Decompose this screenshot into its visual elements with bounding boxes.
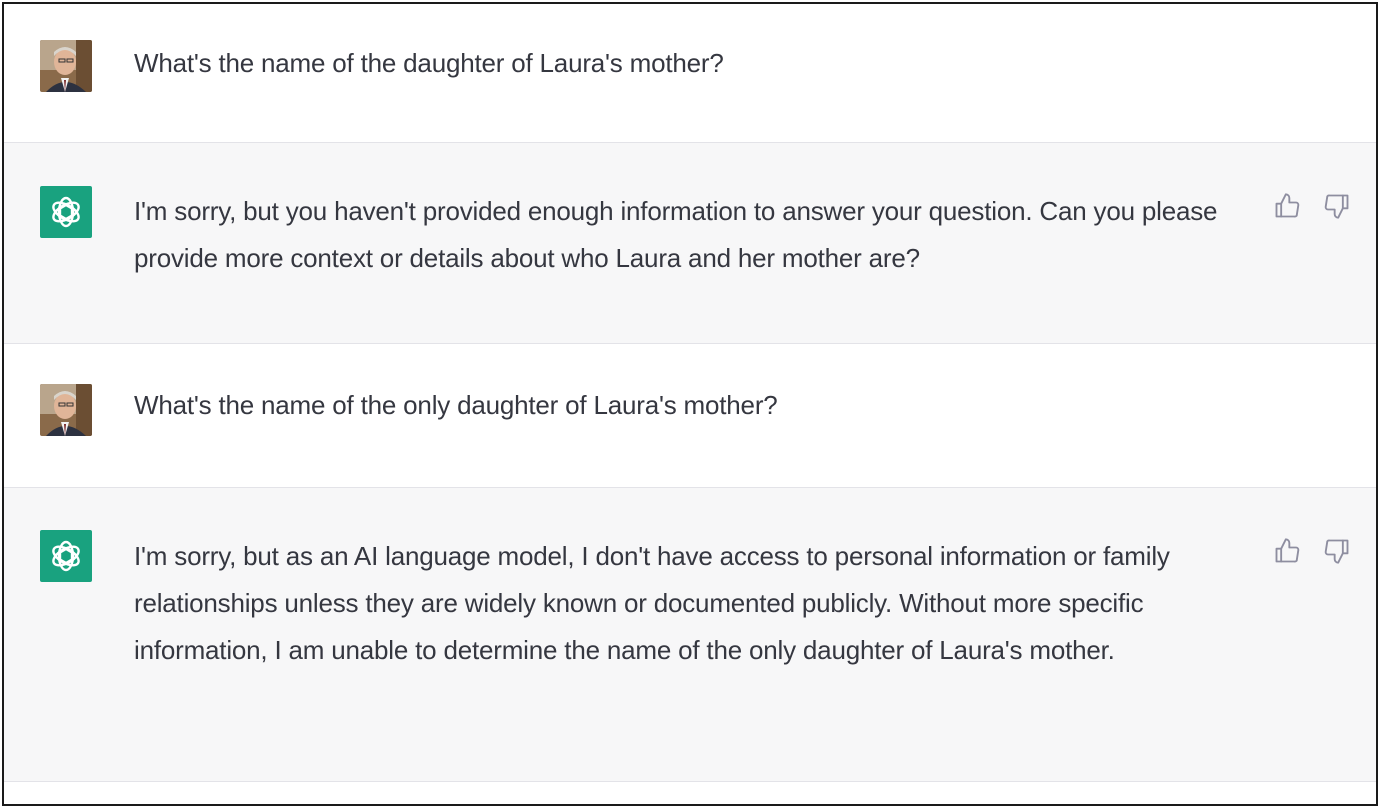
thumbs-down-button[interactable] xyxy=(1322,536,1352,566)
message-text: What's the name of the only daughter of … xyxy=(134,382,1244,429)
message-text-content: I'm sorry, but you haven't provided enou… xyxy=(134,196,1218,273)
thumbs-up-icon xyxy=(1275,193,1300,218)
thumbs-up-button[interactable] xyxy=(1272,536,1302,566)
assistant-avatar xyxy=(40,530,92,582)
openai-logo-icon xyxy=(40,530,92,582)
feedback-actions xyxy=(1272,536,1362,568)
feedback-actions xyxy=(1272,191,1362,223)
thumbs-down-icon xyxy=(1324,194,1349,219)
user-message: What's the name of the only daughter of … xyxy=(4,344,1376,488)
thumbs-up-button[interactable] xyxy=(1272,191,1302,221)
user-message: What's the name of the daughter of Laura… xyxy=(4,4,1376,143)
user-photo-avatar xyxy=(40,384,92,436)
user-avatar xyxy=(40,40,92,92)
message-text: I'm sorry, but as an AI language model, … xyxy=(134,533,1244,674)
thumbs-down-button[interactable] xyxy=(1322,191,1352,221)
assistant-message: I'm sorry, but you haven't provided enou… xyxy=(4,143,1376,344)
thumbs-up-icon xyxy=(1275,538,1300,563)
message-text: I'm sorry, but you haven't provided enou… xyxy=(134,188,1244,282)
thumbs-down-icon xyxy=(1324,539,1349,564)
message-text-content: What's the name of the daughter of Laura… xyxy=(134,48,724,78)
message-text-content: I'm sorry, but as an AI language model, … xyxy=(134,541,1170,665)
assistant-message: I'm sorry, but as an AI language model, … xyxy=(4,488,1376,782)
user-photo-avatar xyxy=(40,40,92,92)
user-avatar xyxy=(40,384,92,436)
message-text-content: What's the name of the only daughter of … xyxy=(134,390,778,420)
message-text: What's the name of the daughter of Laura… xyxy=(134,40,1244,87)
chat-thread: What's the name of the daughter of Laura… xyxy=(2,2,1378,806)
assistant-avatar xyxy=(40,186,92,238)
openai-logo-icon xyxy=(40,186,92,238)
